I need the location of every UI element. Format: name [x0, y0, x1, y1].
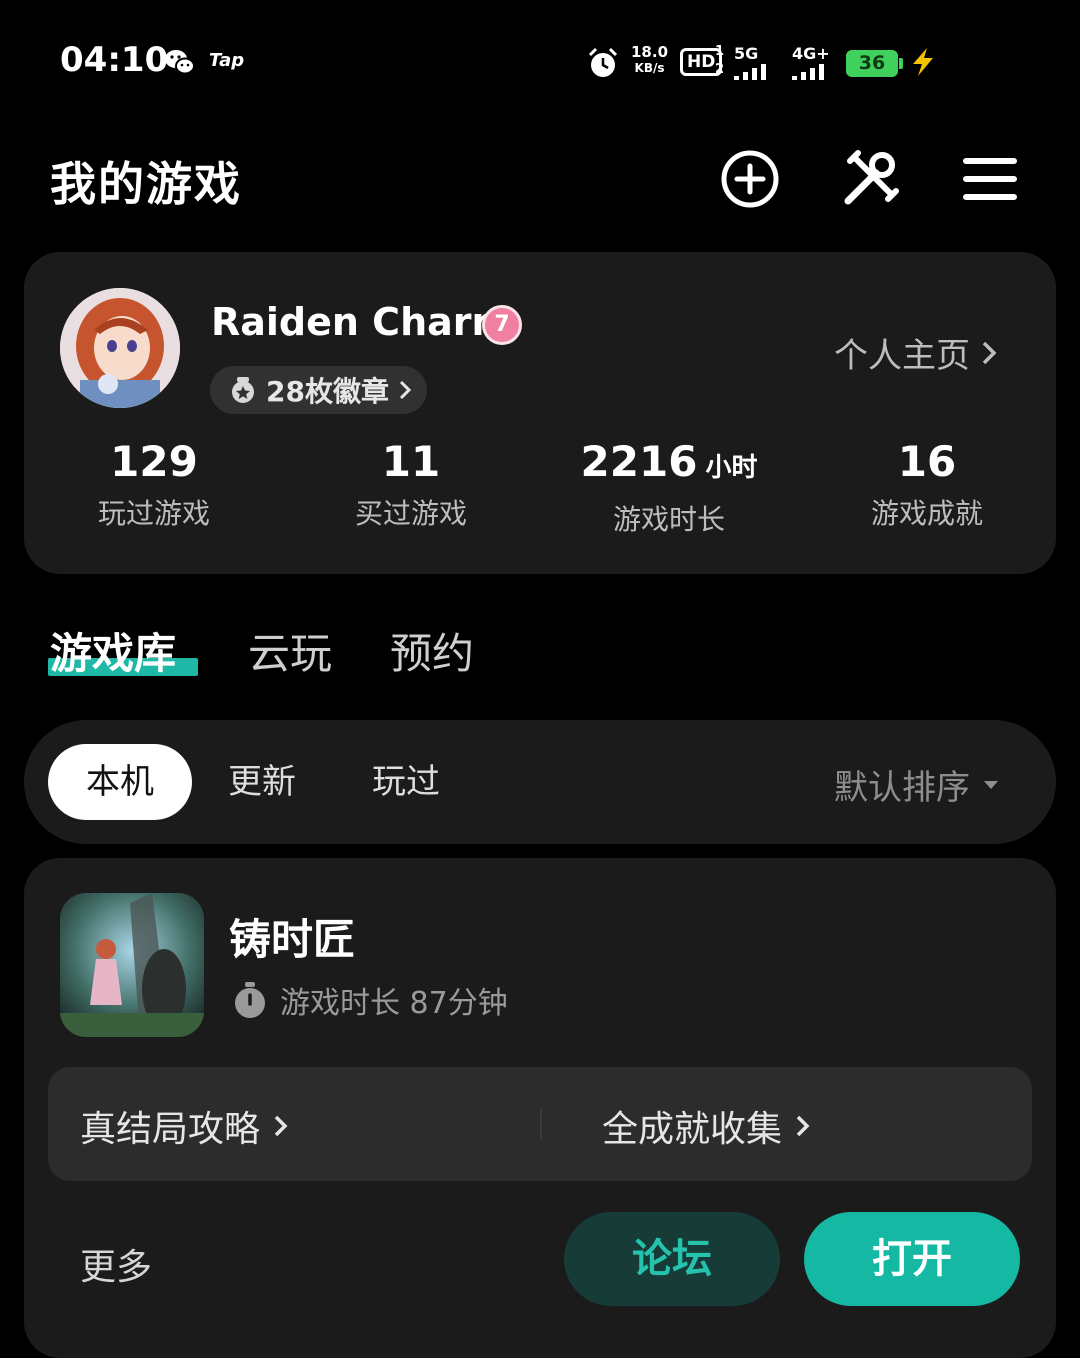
signal-5g: 5G: [734, 44, 766, 80]
charging-bolt-icon: [913, 48, 933, 76]
tools-button[interactable]: [839, 148, 901, 210]
stat-label: 游戏时长: [612, 503, 725, 536]
more-link[interactable]: 更多: [80, 1238, 152, 1290]
game-cover-art: [60, 893, 204, 1037]
tab-library[interactable]: 游戏库: [50, 620, 176, 681]
network-speed-value: 18.0: [631, 43, 669, 61]
signal-bars-icon: [734, 64, 766, 80]
chevron-right-icon: [982, 341, 997, 364]
filter-chip-played[interactable]: 玩过: [372, 744, 440, 820]
chevron-right-icon: [274, 1115, 288, 1137]
battery-level: 36: [846, 50, 898, 77]
sort-dropdown[interactable]: 默认排序: [834, 760, 1000, 809]
filter-chip-local[interactable]: 本机: [48, 744, 192, 820]
guide-link-label: 全成就收集: [602, 1109, 783, 1150]
open-game-button[interactable]: 打开: [804, 1212, 1020, 1306]
signal-bars-icon: [792, 64, 824, 80]
avatar[interactable]: [60, 288, 180, 408]
level-badge: 7: [482, 305, 522, 345]
sim1-label: 1: [715, 44, 725, 59]
game-cover[interactable]: [60, 893, 204, 1037]
add-game-button[interactable]: [719, 148, 781, 210]
network-speed-unit: KB/s: [634, 61, 665, 75]
tab-reservations[interactable]: 预约: [390, 620, 474, 681]
tools-icon: [844, 150, 899, 205]
stat-playtime[interactable]: 2216 小时 游戏时长: [569, 436, 769, 538]
stat-bought[interactable]: 11 买过游戏: [311, 436, 511, 532]
caret-down-icon: [984, 780, 998, 789]
menu-button[interactable]: [959, 148, 1021, 210]
stat-unit: 小时: [705, 453, 758, 483]
alarm-icon: [588, 47, 618, 77]
sim2-label: 2: [715, 62, 725, 77]
guide-divider: [540, 1108, 542, 1140]
chevron-right-icon: [399, 380, 412, 400]
stat-label: 玩过游戏: [97, 497, 210, 530]
stat-value: 16: [897, 437, 957, 486]
chevron-right-icon: [796, 1115, 810, 1137]
filter-chip-updates[interactable]: 更新: [228, 744, 296, 820]
stat-label: 买过游戏: [354, 497, 467, 530]
username: Raiden Charm: [211, 300, 512, 344]
wechat-icon: [165, 50, 195, 75]
badges-count: 28枚徽章: [266, 375, 389, 408]
medal-icon: [232, 377, 254, 403]
badges-button[interactable]: 28枚徽章: [210, 366, 427, 414]
tap-app-label: Tap: [209, 50, 245, 71]
stat-value: 11: [381, 437, 441, 486]
guide-link-true-ending[interactable]: 真结局攻略: [80, 1100, 290, 1152]
homepage-label: 个人主页: [834, 336, 970, 376]
page-title: 我的游戏: [50, 157, 242, 211]
signal-5g-label: 5G: [734, 44, 759, 63]
stat-value: 129: [110, 437, 198, 486]
personal-homepage-link[interactable]: 个人主页: [834, 328, 998, 377]
guide-link-achievements[interactable]: 全成就收集: [602, 1100, 812, 1152]
forum-button[interactable]: 论坛: [564, 1212, 780, 1306]
game-playtime: 游戏时长 87分钟: [232, 978, 508, 1022]
guide-link-label: 真结局攻略: [80, 1109, 261, 1150]
stopwatch-icon: [235, 982, 265, 1018]
sort-label: 默认排序: [834, 768, 970, 808]
signal-4g-label: 4G+: [792, 44, 830, 63]
stat-value: 2216: [580, 437, 698, 486]
stat-played[interactable]: 129 玩过游戏: [54, 436, 254, 532]
hamburger-menu-icon: [963, 158, 1017, 200]
tab-cloud-play[interactable]: 云玩: [248, 620, 332, 681]
battery-cap: [899, 58, 903, 69]
stat-achievements[interactable]: 16 游戏成就: [827, 436, 1027, 532]
avatar-illustration: [60, 288, 180, 408]
status-time: 04:10: [60, 40, 169, 80]
signal-4g: 4G+: [792, 44, 830, 80]
network-speed: 18.0 KB/s: [631, 44, 668, 76]
stat-label: 游戏成就: [870, 497, 983, 530]
game-title: 铸时匠: [229, 915, 356, 964]
playtime-text: 游戏时长 87分钟: [280, 986, 508, 1021]
plus-circle-icon: [721, 150, 779, 208]
